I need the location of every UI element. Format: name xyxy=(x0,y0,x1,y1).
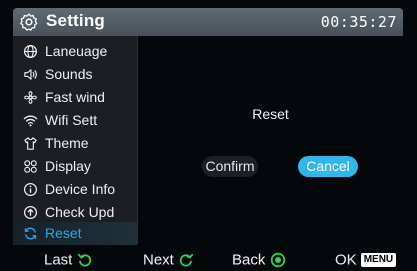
menu-item-label: Wifi Sett xyxy=(45,112,98,128)
back-hint[interactable]: Back xyxy=(232,251,286,269)
menu-item-label: Device Info xyxy=(45,181,116,197)
header-bar: Setting 00:35:27 xyxy=(13,8,403,36)
last-hint[interactable]: Last xyxy=(44,251,93,269)
ok-label: OK xyxy=(335,251,357,269)
menu-key-badge: MENU xyxy=(360,253,397,268)
footer-hints: Last Next Back OK MENU xyxy=(0,249,417,271)
ok-hint[interactable]: OK MENU xyxy=(335,251,397,269)
menu-item-device-info[interactable]: Device Info xyxy=(13,178,137,201)
speaker-icon xyxy=(24,69,37,80)
menu-item-label: Display xyxy=(45,158,91,174)
next-hint[interactable]: Next xyxy=(143,251,194,269)
last-label: Last xyxy=(44,251,73,269)
upload-icon xyxy=(23,205,38,220)
menu-item-label: Sounds xyxy=(45,66,93,82)
menu-item-language[interactable]: Laneuage xyxy=(13,40,137,63)
back-label: Back xyxy=(232,251,266,269)
info-icon xyxy=(23,182,38,197)
settings-screen: Setting 00:35:27 Laneuage Sounds Fast wi… xyxy=(0,0,417,271)
reset-dialog: Reset Confirm Cancel xyxy=(138,36,403,244)
menu-item-label: Theme xyxy=(45,135,89,151)
cancel-button[interactable]: Cancel xyxy=(298,156,358,177)
gear-icon xyxy=(20,13,38,31)
settings-menu: Laneuage Sounds Fast wind Wifi Sett Them… xyxy=(13,36,138,245)
menu-item-label: Laneuage xyxy=(45,43,108,59)
menu-item-label: Fast wind xyxy=(45,89,105,105)
menu-item-reset[interactable]: Reset xyxy=(13,222,137,245)
fan-icon xyxy=(24,91,37,104)
shirt-icon xyxy=(24,137,37,150)
confirm-button[interactable]: Confirm xyxy=(202,156,258,177)
knob-press-icon xyxy=(270,252,285,268)
rotate-ccw-icon xyxy=(77,253,91,267)
menu-item-label: Check Upd xyxy=(45,204,115,220)
menu-item-sounds[interactable]: Sounds xyxy=(13,63,137,86)
menu-item-fast-wind[interactable]: Fast wind xyxy=(13,86,137,109)
rotate-cw-icon xyxy=(179,253,194,267)
menu-item-label: Reset xyxy=(45,225,82,241)
globe-icon xyxy=(23,44,38,59)
page-title: Setting xyxy=(46,11,106,30)
reset-icon xyxy=(24,227,37,240)
menu-item-display[interactable]: Display xyxy=(13,155,137,178)
dialog-title: Reset xyxy=(252,106,289,122)
menu-item-theme[interactable]: Theme xyxy=(13,132,137,155)
wifi-icon xyxy=(23,115,38,127)
next-label: Next xyxy=(143,251,174,269)
menu-item-wifi[interactable]: Wifi Sett xyxy=(13,109,137,132)
clock: 00:35:27 xyxy=(320,13,397,31)
grid-icon xyxy=(24,160,37,173)
menu-item-check-update[interactable]: Check Upd xyxy=(13,201,137,224)
